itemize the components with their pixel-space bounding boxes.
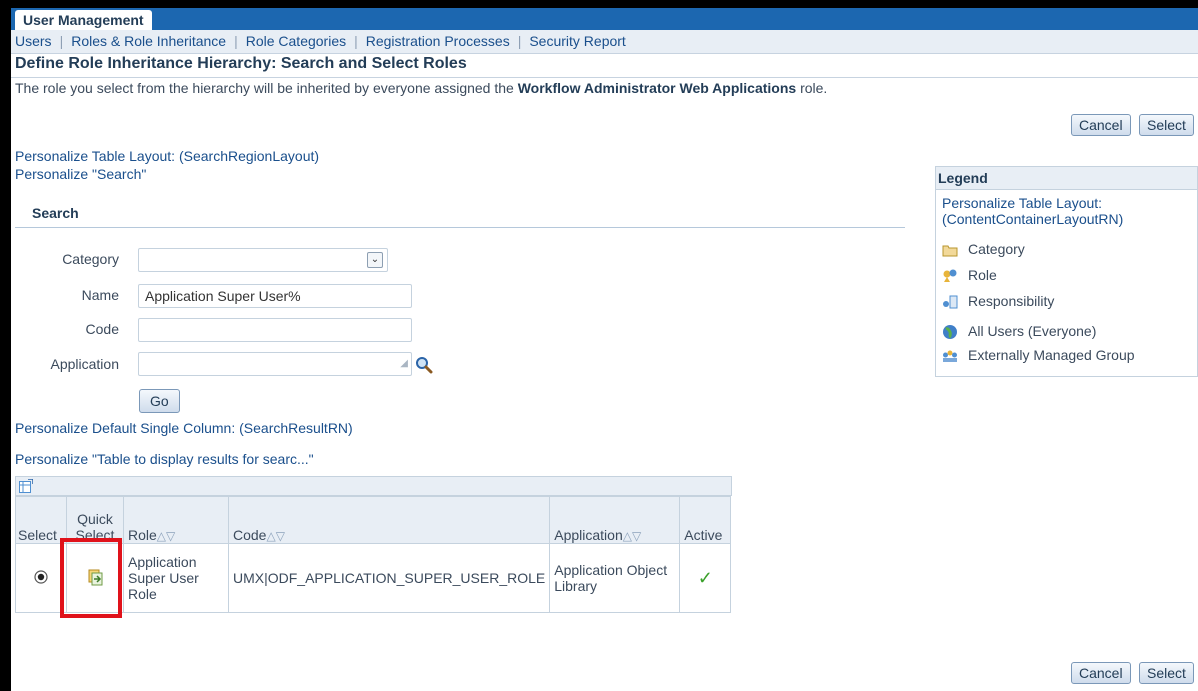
nav-registration-processes[interactable]: Registration Processes bbox=[366, 33, 510, 49]
role-line-2: Super User bbox=[128, 570, 199, 586]
select-radio[interactable] bbox=[34, 569, 48, 584]
legend-item-responsibility: Responsibility bbox=[942, 293, 1054, 310]
sort-icon[interactable]: △▽ bbox=[157, 529, 175, 543]
personalize-legend-link[interactable]: Personalize Table Layout: (ContentContain… bbox=[942, 195, 1123, 227]
select-button-top[interactable]: Select bbox=[1139, 114, 1194, 136]
highlight-box bbox=[60, 538, 122, 618]
select-cell bbox=[15, 543, 67, 613]
go-button[interactable]: Go bbox=[139, 389, 180, 413]
legend-item-externally-managed: Externally Managed Group bbox=[942, 347, 1135, 364]
nav-users[interactable]: Users bbox=[15, 33, 52, 49]
title-divider bbox=[11, 77, 1198, 78]
nav-role-categories[interactable]: Role Categories bbox=[246, 33, 346, 49]
legend-label: Externally Managed Group bbox=[968, 347, 1135, 363]
table-row: Application Super User Role UMX|ODF_APPLIC… bbox=[15, 538, 732, 618]
personalize-search-link[interactable]: Personalize "Search" bbox=[15, 166, 146, 182]
nav-separator: | bbox=[234, 33, 238, 49]
code-label: Code bbox=[85, 321, 119, 337]
code-header-label: Code bbox=[233, 527, 267, 543]
nav-security-report[interactable]: Security Report bbox=[529, 33, 625, 49]
legend-heading: Legend bbox=[936, 167, 1197, 190]
group-icon bbox=[943, 350, 957, 363]
legend-link-line2: (ContentContainerLayoutRN) bbox=[942, 211, 1124, 227]
category-select[interactable]: ⌄ bbox=[138, 248, 388, 272]
legend-item-role: Role bbox=[942, 267, 997, 284]
table-toolbar bbox=[15, 476, 732, 496]
search-icon[interactable] bbox=[415, 356, 433, 374]
personalize-search-region-link[interactable]: Personalize Table Layout: (SearchRegionL… bbox=[15, 148, 319, 164]
instruction-text: The role you select from the hierarchy w… bbox=[15, 80, 827, 96]
application-line-2: Library bbox=[554, 578, 598, 594]
legend-item-all-users: All Users (Everyone) bbox=[942, 323, 1096, 340]
code-cell: UMX|ODF_APPLICATION_SUPER_USER_ROLE bbox=[227, 543, 551, 613]
legend-label: All Users (Everyone) bbox=[968, 323, 1097, 339]
cancel-button-top[interactable]: Cancel bbox=[1071, 114, 1131, 136]
legend-label: Category bbox=[968, 241, 1025, 257]
quick-label-1: Quick bbox=[77, 511, 113, 527]
globe-icon bbox=[943, 325, 957, 340]
search-heading: Search bbox=[32, 205, 79, 221]
role-line-1: Application bbox=[128, 554, 197, 570]
category-label: Category bbox=[62, 251, 119, 267]
personalize-default-link[interactable]: Personalize Default Single Column: (Sear… bbox=[15, 420, 353, 436]
select-button-bottom[interactable]: Select bbox=[1139, 662, 1194, 684]
results-table: Select Quick Select Role△▽ Code△▽ Applica… bbox=[15, 496, 732, 618]
page-title: Define Role Inheritance Hierarchy: Searc… bbox=[15, 55, 467, 72]
detach-table-icon[interactable] bbox=[19, 479, 33, 493]
search-section-header: Search bbox=[15, 205, 905, 228]
nav-separator: | bbox=[354, 33, 358, 49]
nav-separator: | bbox=[59, 33, 64, 49]
name-input[interactable]: Application Super User% bbox=[138, 284, 412, 308]
personalize-table-link[interactable]: Personalize "Table to display results fo… bbox=[15, 451, 314, 467]
quick-select-cell bbox=[60, 538, 124, 618]
application-line-1: Application Object bbox=[554, 562, 668, 578]
nav-roles[interactable]: Roles & Role Inheritance bbox=[71, 33, 226, 49]
legend-label: Role bbox=[968, 267, 997, 283]
role-icon bbox=[943, 269, 957, 283]
nav-separator: | bbox=[517, 33, 522, 49]
page: User Management Users | Roles & Role Inher… bbox=[11, 8, 1198, 691]
column-code[interactable]: Code△▽ bbox=[227, 496, 551, 544]
responsibility-icon bbox=[943, 295, 958, 309]
chevron-down-icon[interactable]: ⌄ bbox=[367, 252, 383, 268]
legend-label: Responsibility bbox=[968, 293, 1055, 309]
sort-icon[interactable]: △▽ bbox=[266, 529, 284, 543]
column-application[interactable]: Application△▽ bbox=[549, 496, 681, 544]
cancel-button-bottom[interactable]: Cancel bbox=[1071, 662, 1131, 684]
legend-panel: Legend Personalize Table Layout: (Content… bbox=[935, 166, 1198, 377]
active-check-icon: ✓ bbox=[679, 543, 732, 613]
name-label: Name bbox=[81, 287, 119, 303]
application-header-label: Application bbox=[554, 527, 623, 543]
tab-user-management[interactable]: User Management bbox=[15, 10, 152, 30]
global-header: User Management bbox=[11, 8, 1198, 30]
role-line-3: Role bbox=[128, 586, 157, 602]
legend-item-category: Category bbox=[942, 241, 1025, 258]
role-header-label: Role bbox=[128, 527, 157, 543]
column-role[interactable]: Role△▽ bbox=[123, 496, 229, 544]
application-cell: Application Object Library bbox=[549, 543, 681, 613]
code-input[interactable] bbox=[138, 318, 412, 342]
folder-icon bbox=[942, 245, 958, 257]
column-quick-select: Quick Select bbox=[66, 496, 124, 544]
table-header-row: Select Quick Select Role△▽ Code△▽ Applica… bbox=[15, 496, 732, 544]
application-label: Application bbox=[50, 356, 120, 372]
legend-link-line1: Personalize Table Layout: bbox=[942, 195, 1103, 211]
sub-navigation: Users | Roles & Role Inheritance | Role Cate… bbox=[11, 30, 1198, 54]
instruction-post: role. bbox=[796, 80, 828, 96]
instruction-pre: The role you select from the hierarchy w… bbox=[15, 80, 518, 96]
application-input[interactable]: ◢ bbox=[138, 352, 412, 376]
role-cell: Application Super User Role bbox=[123, 543, 229, 613]
resize-grip-icon: ◢ bbox=[400, 358, 408, 369]
instruction-role-name: Workflow Administrator Web Applications bbox=[517, 80, 797, 96]
column-active: Active bbox=[679, 496, 732, 544]
sort-icon[interactable]: △▽ bbox=[623, 529, 641, 543]
column-select: Select bbox=[15, 496, 67, 544]
